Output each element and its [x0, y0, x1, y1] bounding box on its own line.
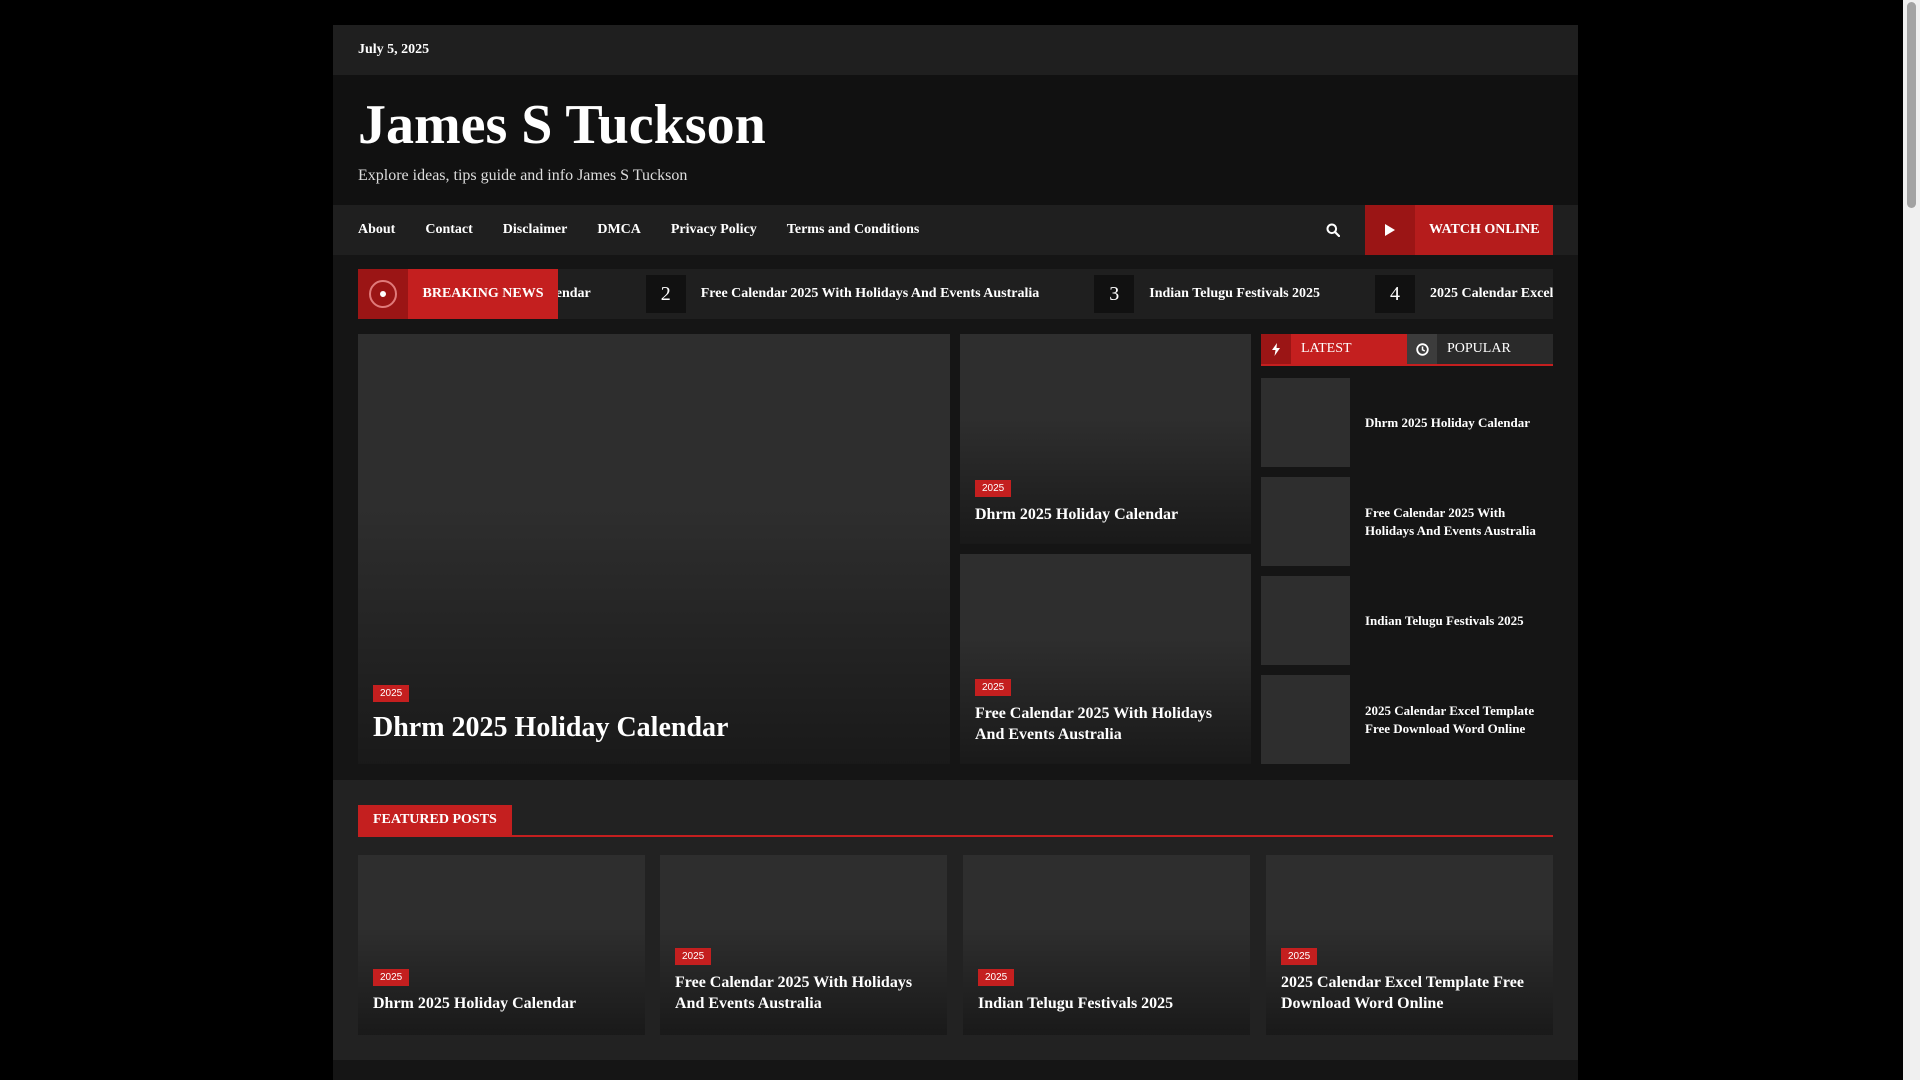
post-info: 2025 Indian Telugu Festivals 2025 [978, 967, 1235, 1015]
category-badge[interactable]: 2025 [978, 969, 1015, 987]
list-item[interactable]: Indian Telugu Festivals 2025 [1261, 576, 1553, 665]
ticker-item-title: 2025 Calendar Excel Template Free Downlo… [1430, 286, 1553, 301]
nav-dmca[interactable]: DMCA [597, 222, 641, 238]
ticker-item-number: 4 [1375, 275, 1416, 313]
post-info: 2025 Free Calendar 2025 With Holidays An… [675, 946, 932, 1015]
list-item-title[interactable]: Free Calendar 2025 With Holidays And Eve… [1350, 504, 1553, 539]
ticker-item-title: Dhrm 2025 Holiday Calendar [558, 286, 591, 301]
list-item[interactable]: Free Calendar 2025 With Holidays And Eve… [1261, 477, 1553, 566]
list-item[interactable]: 2025 Calendar Excel Template Free Downlo… [1261, 675, 1553, 764]
ticker-item-title: Indian Telugu Festivals 2025 [1149, 286, 1321, 301]
post-info: 2025 Free Calendar 2025 With Holidays An… [975, 677, 1236, 746]
ticker-track: Dhrm 2025 Holiday Calendar 2 Free Calend… [558, 269, 1553, 319]
post-tabs: LATEST POPULAR [1261, 334, 1553, 366]
post-thumbnail[interactable] [1261, 675, 1350, 764]
category-badge[interactable]: 2025 [675, 948, 712, 966]
list-item[interactable]: Dhrm 2025 Holiday Calendar [1261, 378, 1553, 467]
list-item-title[interactable]: Indian Telugu Festivals 2025 [1350, 612, 1524, 630]
featured-post-card[interactable]: 2025 2025 Calendar Excel Template Free D… [1266, 855, 1553, 1035]
ticker-item[interactable]: Dhrm 2025 Holiday Calendar [558, 286, 591, 302]
ticker-item[interactable]: 3 Indian Telugu Festivals 2025 [1094, 275, 1320, 313]
ticker-item-number: 2 [645, 275, 686, 313]
tab-latest[interactable]: LATEST [1261, 334, 1407, 364]
post-title[interactable]: Free Calendar 2025 With Holidays And Eve… [975, 704, 1236, 746]
post-info: 2025 Dhrm 2025 Holiday Calendar [373, 683, 935, 746]
featured-post-card[interactable]: 2025 Indian Telugu Festivals 2025 [963, 855, 1250, 1035]
mid-post-1[interactable]: 2025 Dhrm 2025 Holiday Calendar [960, 334, 1251, 544]
bolt-icon [1261, 334, 1291, 364]
post-title[interactable]: Indian Telugu Festivals 2025 [978, 994, 1235, 1015]
nav-contact[interactable]: Contact [425, 222, 472, 238]
site-title[interactable]: James S Tuckson [358, 94, 766, 157]
post-title[interactable]: 2025 Calendar Excel Template Free Downlo… [1281, 973, 1538, 1015]
post-thumbnail[interactable] [1261, 477, 1350, 566]
post-info: 2025 Dhrm 2025 Holiday Calendar [975, 478, 1236, 526]
featured-posts-header: FEATURED POSTS [358, 805, 1553, 837]
post-thumbnail[interactable] [1261, 576, 1350, 665]
clock-icon [1407, 334, 1437, 364]
post-info: 2025 Dhrm 2025 Holiday Calendar [373, 967, 630, 1015]
ticker-item-title: Free Calendar 2025 With Holidays And Eve… [700, 286, 1040, 301]
category-badge[interactable]: 2025 [975, 679, 1012, 697]
featured-posts-label: FEATURED POSTS [358, 805, 512, 835]
nav-privacy-policy[interactable]: Privacy Policy [671, 222, 757, 238]
watch-online-label: WATCH ONLINE [1429, 222, 1540, 237]
featured-post-card[interactable]: 2025 Free Calendar 2025 With Holidays An… [660, 855, 947, 1035]
site-tagline: Explore ideas, tips guide and info James… [358, 167, 688, 184]
nav-terms-and-conditions[interactable]: Terms and Conditions [787, 222, 920, 238]
tab-popular[interactable]: POPULAR [1407, 334, 1553, 364]
main-featured-post[interactable]: 2025 Dhrm 2025 Holiday Calendar [358, 334, 950, 764]
post-info: 2025 2025 Calendar Excel Template Free D… [1281, 946, 1538, 1015]
latest-posts-list: Dhrm 2025 Holiday Calendar Free Calendar… [1261, 378, 1553, 774]
ticker-item-number: 3 [1094, 275, 1135, 313]
list-item-title[interactable]: 2025 Calendar Excel Template Free Downlo… [1350, 702, 1553, 737]
category-badge[interactable]: 2025 [373, 969, 410, 987]
breaking-news-ticker: BREAKING NEWS Dhrm 2025 Holiday Calendar… [358, 269, 1553, 319]
nav-about[interactable]: About [358, 222, 395, 238]
site-branding: James S Tuckson Explore ideas, tips guid… [333, 75, 1578, 205]
post-thumbnail[interactable] [1261, 378, 1350, 467]
search-button[interactable] [1308, 205, 1358, 255]
ticker-item[interactable]: 4 2025 Calendar Excel Template Free Down… [1375, 275, 1553, 313]
tab-popular-label: POPULAR [1447, 341, 1511, 356]
post-title[interactable]: Free Calendar 2025 With Holidays And Eve… [675, 973, 932, 1015]
list-item-title[interactable]: Dhrm 2025 Holiday Calendar [1350, 414, 1530, 432]
current-date: July 5, 2025 [358, 42, 430, 57]
post-title[interactable]: Dhrm 2025 Holiday Calendar [975, 505, 1236, 526]
scrollbar-thumb[interactable] [1907, 2, 1916, 208]
post-title[interactable]: Dhrm 2025 Holiday Calendar [373, 710, 935, 746]
category-badge[interactable]: 2025 [1281, 948, 1318, 966]
breaking-news-label: BREAKING NEWS [408, 269, 558, 319]
nav-disclaimer[interactable]: Disclaimer [503, 222, 568, 238]
mid-post-2[interactable]: 2025 Free Calendar 2025 With Holidays An… [960, 554, 1251, 764]
watch-online-button[interactable]: WATCH ONLINE [1365, 205, 1553, 255]
main-navigation: About Contact Disclaimer DMCA Privacy Po… [333, 205, 1578, 255]
page-wrapper: July 5, 2025 James S Tuckson Explore ide… [333, 25, 1578, 1080]
ticker-item[interactable]: 2 Free Calendar 2025 With Holidays And E… [645, 275, 1040, 313]
post-title[interactable]: Dhrm 2025 Holiday Calendar [373, 994, 630, 1015]
play-icon [1365, 205, 1415, 255]
page-scrollbar[interactable] [1903, 0, 1920, 1080]
category-badge[interactable]: 2025 [373, 684, 410, 702]
category-badge[interactable]: 2025 [975, 480, 1012, 498]
tab-latest-label: LATEST [1301, 341, 1352, 356]
featured-posts-section: FEATURED POSTS 2025 Dhrm 2025 Holiday Ca… [333, 780, 1578, 1060]
record-icon [358, 269, 408, 319]
top-bar: July 5, 2025 [333, 25, 1578, 75]
featured-post-card[interactable]: 2025 Dhrm 2025 Holiday Calendar [358, 855, 645, 1035]
search-icon [1326, 223, 1340, 237]
